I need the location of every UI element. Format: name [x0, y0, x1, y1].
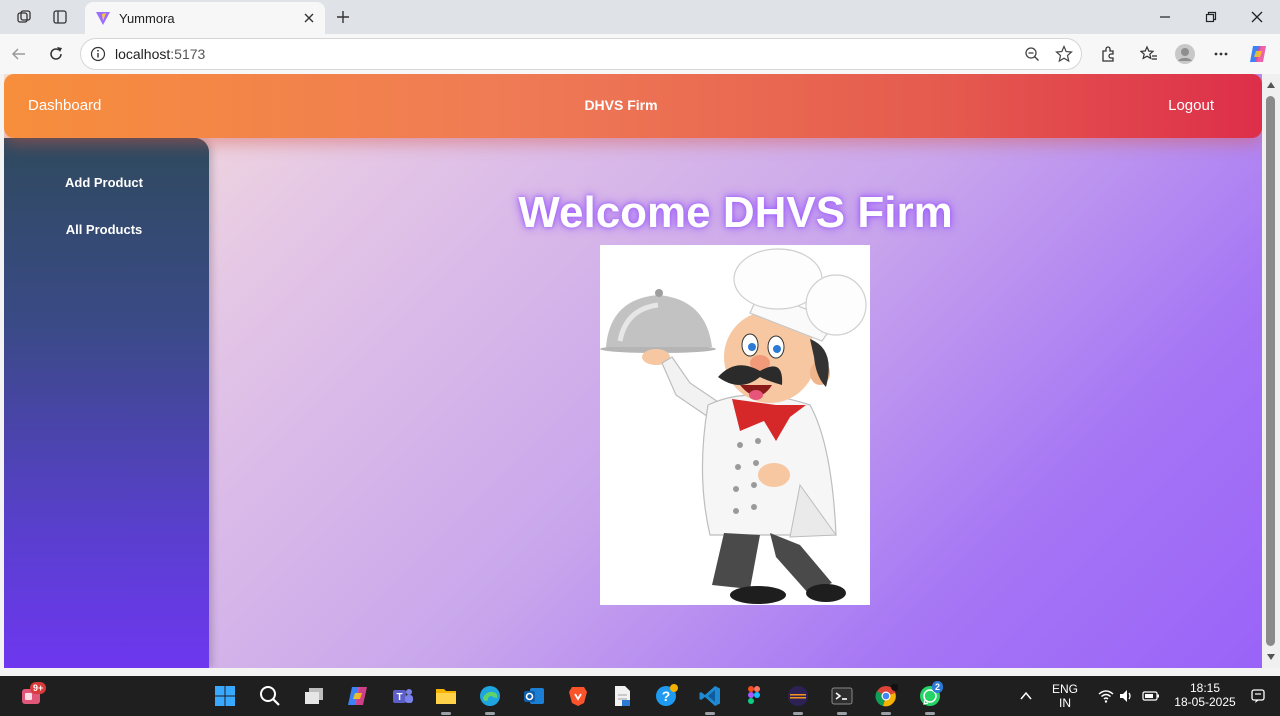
chef-illustration — [600, 245, 870, 605]
logout-link[interactable]: Logout — [1168, 97, 1214, 114]
vite-favicon-icon — [96, 12, 110, 25]
outlook-icon[interactable] — [520, 682, 548, 710]
teams-icon[interactable]: T — [388, 682, 416, 710]
favorites-icon[interactable] — [1136, 41, 1162, 67]
zoom-out-icon[interactable] — [1017, 39, 1047, 69]
sidebar: Add Product All Products — [4, 138, 209, 668]
help-icon[interactable]: ? — [652, 682, 680, 710]
browser-tab-strip: Yummora — [0, 0, 1280, 34]
profile-avatar-icon[interactable] — [1172, 41, 1198, 67]
site-info-icon[interactable] — [90, 46, 106, 62]
tray-chevron-up-icon[interactable] — [1012, 682, 1040, 710]
vscode-icon[interactable] — [696, 682, 724, 715]
clock-date: 18-05-2025 — [1174, 695, 1236, 709]
sidebar-item-add-product[interactable]: Add Product — [4, 175, 204, 190]
notification-badge: 9+ — [30, 682, 47, 694]
language-indicator[interactable]: ENG IN — [1046, 682, 1084, 710]
copilot-app-icon[interactable] — [344, 682, 372, 710]
scroll-down-icon[interactable] — [1266, 652, 1276, 662]
start-icon[interactable] — [211, 682, 239, 710]
back-icon[interactable] — [6, 41, 32, 67]
workspaces-icon[interactable] — [13, 6, 35, 28]
close-window-icon[interactable] — [1235, 4, 1279, 30]
terminal-icon[interactable] — [828, 682, 856, 715]
whatsapp-badge: 2 — [932, 681, 944, 693]
tab-actions-icon[interactable] — [49, 6, 71, 28]
file-explorer-icon[interactable] — [432, 682, 460, 715]
page-scrollbar[interactable] — [1262, 74, 1280, 668]
clock[interactable]: 18:15 18-05-2025 — [1168, 681, 1242, 709]
svg-text:?: ? — [662, 688, 671, 704]
close-tab-icon[interactable] — [297, 6, 321, 30]
sidebar-item-all-products[interactable]: All Products — [4, 222, 204, 237]
notification-center-icon[interactable] — [1244, 682, 1272, 710]
tab-title: Yummora — [119, 10, 175, 26]
restore-icon[interactable] — [1189, 4, 1233, 30]
edge-browser-icon[interactable] — [476, 682, 504, 715]
eclipse-icon[interactable] — [784, 682, 812, 715]
brand-title: DHVS Firm — [584, 97, 658, 113]
clock-time: 18:15 — [1189, 681, 1221, 695]
svg-text:T: T — [396, 692, 402, 703]
url-host: localhost — [115, 46, 171, 62]
page-viewport: Dashboard DHVS Firm Logout Add Product A… — [4, 74, 1262, 668]
new-tab-icon[interactable] — [331, 5, 355, 29]
refresh-icon[interactable] — [43, 41, 69, 67]
top-navbar: Dashboard DHVS Firm Logout — [4, 74, 1262, 138]
scrollbar-thumb[interactable] — [1266, 96, 1275, 646]
url-port: :5173 — [170, 46, 206, 62]
brave-icon[interactable] — [564, 682, 592, 710]
copilot-icon[interactable] — [1245, 41, 1271, 67]
favorite-star-icon[interactable] — [1049, 39, 1079, 69]
tab-yummora[interactable]: Yummora — [85, 2, 325, 34]
more-options-icon[interactable] — [1208, 41, 1234, 67]
scroll-up-icon[interactable] — [1266, 80, 1276, 90]
figma-icon[interactable] — [740, 682, 768, 710]
language-code: ENG — [1051, 682, 1078, 696]
task-view-icon[interactable] — [300, 682, 328, 710]
windows-taskbar: 9+ T ? 2 ENG IN 18:15 18-05-2025 — [0, 676, 1280, 716]
welcome-heading: Welcome DHVS Firm — [518, 188, 953, 237]
volume-icon[interactable] — [1112, 682, 1140, 710]
language-region: IN — [1059, 696, 1071, 710]
search-icon[interactable] — [256, 682, 284, 710]
chrome-icon[interactable] — [872, 682, 900, 715]
browser-toolbar: localhost:5173 — [0, 34, 1280, 74]
minimize-icon[interactable] — [1143, 4, 1187, 30]
url-text[interactable]: localhost:5173 — [115, 46, 1017, 62]
address-bar[interactable]: localhost:5173 — [80, 38, 1082, 70]
battery-icon[interactable] — [1137, 682, 1165, 710]
extensions-icon[interactable] — [1095, 41, 1121, 67]
document-app-icon[interactable] — [608, 682, 636, 710]
